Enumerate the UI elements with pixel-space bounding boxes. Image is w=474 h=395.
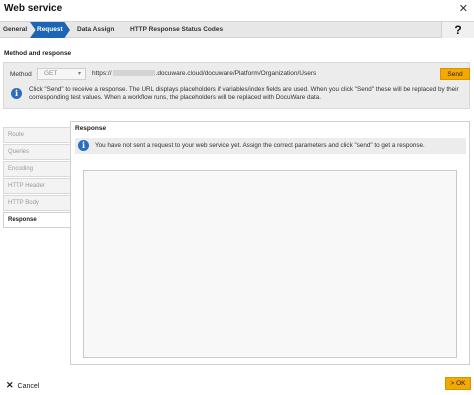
- close-icon[interactable]: ✕: [459, 2, 468, 15]
- response-title: Response: [75, 125, 107, 132]
- response-info: i You have not sent a request to your we…: [75, 138, 466, 154]
- title-bar: Web service ✕: [0, 0, 474, 18]
- sidenav-item-route[interactable]: Route: [3, 127, 70, 143]
- sidenav-item-queries[interactable]: Queries: [3, 144, 70, 160]
- sidenav: Route Queries Encoding HTTP Header HTTP …: [3, 127, 70, 229]
- response-textarea[interactable]: [83, 170, 457, 358]
- request-box: Method GET ▾ https:// .docuware.cloud/doc…: [3, 62, 470, 109]
- chevron-down-icon: ▾: [77, 71, 81, 77]
- sidenav-item-http-body[interactable]: HTTP Body: [3, 195, 70, 211]
- url-field[interactable]: https:// .docuware.cloud/docuware/Platfor…: [90, 68, 435, 80]
- sidenav-item-response[interactable]: Response: [3, 212, 70, 228]
- url-suffix: .docuware.cloud/docuware/Platform/Organi…: [155, 70, 317, 77]
- response-panel: Response i You have not sent a request t…: [70, 121, 470, 365]
- info-text: Click "Send" to receive a response. The …: [29, 86, 459, 102]
- tab-general[interactable]: General: [3, 22, 27, 38]
- method-label: Method: [10, 71, 32, 78]
- window-title: Web service: [4, 3, 63, 14]
- sidenav-item-encoding[interactable]: Encoding: [3, 161, 70, 177]
- sidenav-item-http-header[interactable]: HTTP Header: [3, 178, 70, 194]
- tab-request[interactable]: Request: [30, 22, 70, 38]
- send-button[interactable]: Send: [440, 68, 470, 80]
- cancel-label: Cancel: [17, 383, 40, 390]
- section-title: Method and response: [4, 50, 72, 57]
- method-value: GET: [44, 70, 58, 77]
- ok-button[interactable]: > OK: [445, 377, 471, 390]
- method-select[interactable]: GET ▾: [37, 68, 86, 80]
- tab-bar: General Request Data Assign HTTP Respons…: [0, 21, 474, 38]
- info-message: i Click "Send" to receive a response. Th…: [8, 85, 468, 107]
- url-prefix: https://: [92, 70, 112, 77]
- tab-http-response-status-codes[interactable]: HTTP Response Status Codes: [130, 22, 223, 38]
- close-icon: ✕: [6, 380, 14, 390]
- redacted-text: [112, 70, 155, 77]
- info-icon: i: [11, 88, 22, 99]
- response-info-text: You have not sent a request to your web …: [95, 142, 425, 149]
- cancel-button[interactable]: ✕ Cancel: [6, 380, 39, 391]
- tab-data-assign[interactable]: Data Assign: [77, 22, 114, 38]
- info-icon: i: [78, 140, 89, 151]
- help-button[interactable]: ?: [441, 22, 474, 38]
